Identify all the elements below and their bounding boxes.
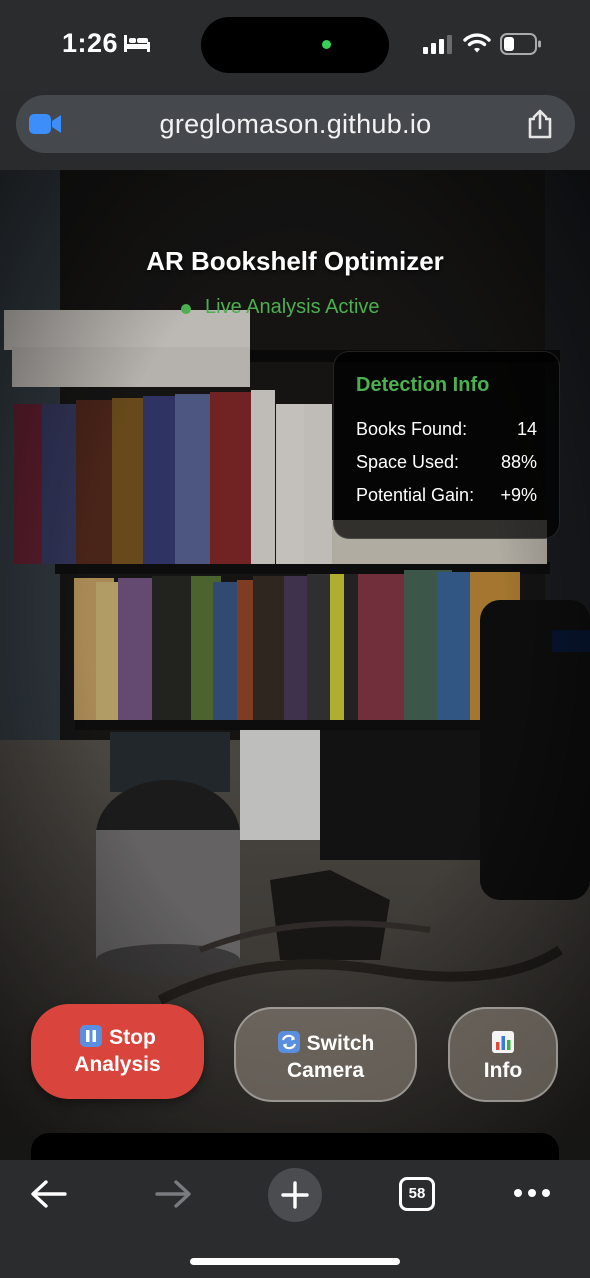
switch-camera-button[interactable]: Switch Camera — [234, 1007, 417, 1102]
switch-camera-label-line2: Camera — [286, 1059, 365, 1082]
bottom-panel — [31, 1133, 559, 1160]
info-label: Info — [483, 1059, 523, 1082]
pause-icon — [80, 1025, 103, 1047]
stop-analysis-label-line2: Analysis — [74, 1053, 161, 1076]
dynamic-island — [201, 17, 389, 73]
url-text[interactable]: greglomason.github.io — [16, 109, 575, 140]
switch-camera-label-line1: Switch — [306, 1032, 375, 1055]
detection-info-title: Detection Info — [356, 374, 490, 396]
potential-gain-value: +9% — [500, 485, 537, 505]
battery-icon — [500, 33, 541, 55]
live-status-text: Live Analysis Active — [205, 296, 380, 318]
app-title: AR Bookshelf Optimizer — [146, 246, 444, 276]
bar-chart-icon — [492, 1031, 514, 1053]
browser-toolbar: 58 — [0, 1160, 590, 1278]
share-icon[interactable] — [525, 109, 555, 139]
status-bar: 1:26 — [0, 0, 590, 90]
status-time: 1:26 — [62, 28, 119, 58]
info-button[interactable]: Info — [448, 1007, 558, 1102]
books-found-label: Books Found: — [356, 419, 468, 439]
more-options-icon[interactable] — [512, 1186, 552, 1200]
books-found-value: 14 — [516, 419, 537, 439]
plus-icon — [281, 1181, 309, 1209]
live-status-dot — [181, 304, 191, 314]
camera-in-use-indicator — [322, 40, 331, 49]
space-used-value: 88% — [500, 452, 537, 472]
sleep-bed-icon — [124, 35, 150, 52]
home-indicator — [190, 1258, 400, 1265]
forward-arrow-icon[interactable] — [153, 1178, 193, 1210]
new-tab-button[interactable] — [268, 1168, 322, 1222]
switch-arrows-icon — [277, 1031, 300, 1053]
space-used-label: Space Used: — [356, 452, 460, 472]
back-arrow-icon[interactable] — [29, 1178, 69, 1210]
wifi-icon — [463, 33, 491, 53]
address-bar[interactable]: greglomason.github.io — [16, 95, 575, 153]
camera-view: AR Bookshelf Optimizer Live Analysis Act… — [0, 170, 590, 1160]
tabs-button[interactable]: 58 — [399, 1177, 435, 1211]
detection-info-panel: Detection Info Books Found: 14 Space Use… — [333, 351, 560, 539]
stop-analysis-button[interactable]: Stop Analysis — [31, 1004, 204, 1099]
cellular-signal-icon — [423, 35, 452, 54]
potential-gain-label: Potential Gain: — [356, 485, 475, 505]
stop-analysis-label-line1: Stop — [109, 1026, 156, 1049]
